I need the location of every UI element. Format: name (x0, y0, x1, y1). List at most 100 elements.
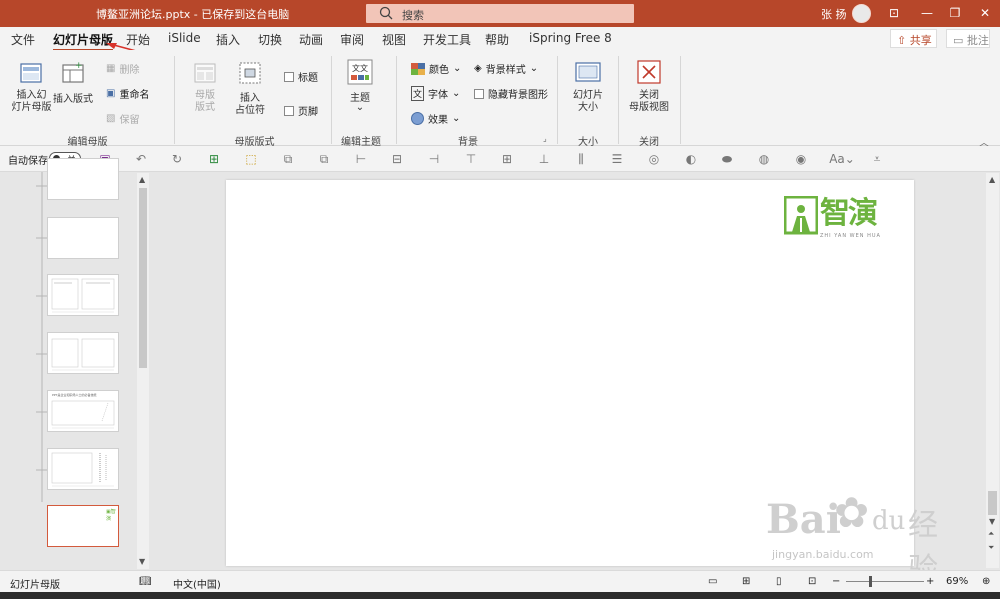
layout-preview (51, 400, 115, 429)
tab-developer[interactable]: 开发工具 (423, 31, 471, 48)
slide-sorter-icon[interactable]: ⊞ (742, 576, 750, 587)
intersect-icon[interactable]: ◐ (683, 151, 699, 167)
layout-preview (51, 452, 114, 487)
avatar[interactable] (852, 4, 871, 23)
rename-button[interactable]: ▣ 重命名 (106, 86, 149, 101)
undo-icon[interactable]: ↶ (133, 151, 149, 167)
group-divider (680, 56, 681, 144)
layout-thumbnail[interactable]: PPT是企业和职场人士的必备技能 (47, 390, 119, 432)
zoom-slider-thumb[interactable] (869, 576, 872, 587)
ribbon-display-options-icon[interactable]: ⊡ (883, 3, 905, 23)
layout-thumbnail[interactable] (47, 274, 119, 316)
tab-animations[interactable]: 动画 (299, 31, 323, 48)
scroll-down-icon[interactable]: ▼ (139, 557, 145, 566)
scrollbar-thumb[interactable] (988, 491, 997, 515)
scroll-up-icon[interactable]: ▲ (989, 175, 995, 184)
tab-view[interactable]: 视图 (382, 31, 406, 48)
effects-dropdown-icon: ⌄ (452, 113, 461, 124)
tab-file[interactable]: 文件 (11, 31, 35, 48)
hide-background-checkbox[interactable]: 隐藏背景图形 (474, 86, 548, 101)
editor-scrollbar[interactable]: ▲ ▼ ⏶ ⏷ (986, 173, 999, 568)
combine-icon[interactable]: ⬬ (719, 151, 735, 167)
insert-slide-master-button[interactable]: 插入幻 灯片母版 (9, 90, 54, 114)
colors-button[interactable]: 颜色 ⌄ (411, 61, 461, 76)
title-checkbox[interactable]: 标题 (284, 69, 318, 84)
scroll-down-icon[interactable]: ▼ (989, 517, 995, 526)
align-left-icon[interactable]: ⊢ (353, 151, 369, 167)
fit-to-window-icon[interactable]: ⊕ (982, 576, 990, 587)
comment-button[interactable]: ▭ 批注 (946, 29, 990, 48)
footer-checkbox[interactable]: 页脚 (284, 103, 318, 118)
customize-toolbar-icon[interactable]: ⩡ (869, 151, 885, 167)
group-divider (557, 56, 558, 144)
tab-transitions[interactable]: 切换 (258, 31, 282, 48)
delete-button[interactable]: ▦ 删除 (106, 61, 139, 76)
scrollbar-thumb[interactable] (139, 188, 147, 368)
align-bottom-icon[interactable]: ⊥ (536, 151, 552, 167)
zoom-slider-track[interactable] (846, 581, 924, 582)
spelling-icon[interactable]: 📖︎ (139, 576, 152, 587)
group-icon[interactable]: ⧉ (280, 151, 296, 167)
master-layout-button[interactable]: 母版 版式 (190, 90, 220, 114)
distribute-icon[interactable]: ⊞ (206, 151, 222, 167)
previous-slide-icon[interactable]: ⏶ (988, 529, 994, 539)
align-center-icon[interactable]: ⊟ (389, 151, 405, 167)
close-master-view-button[interactable]: 关闭 母版视图 (626, 90, 672, 114)
fragment-icon[interactable]: ◍ (756, 151, 772, 167)
align-middle-icon[interactable]: ⊞ (499, 151, 515, 167)
user-name[interactable]: 张 扬 (821, 6, 847, 22)
align-top-icon[interactable]: ⊤ (463, 151, 479, 167)
language-label[interactable]: 中文(中国) (173, 576, 221, 591)
search-box[interactable]: 搜索 (366, 4, 634, 23)
themes-dropdown-icon[interactable]: ⌄ (355, 102, 365, 113)
ribbon: 插入幻 灯片母版 + 插入版式 ▦ 删除 ▣ 重命名 ▧ 保留 编辑母版 母版 版式 … (0, 50, 1000, 149)
layout-thumbnail[interactable] (47, 217, 119, 259)
maximize-button[interactable]: ❐ (944, 3, 966, 23)
align-right-icon[interactable]: ⊣ (426, 151, 442, 167)
share-button[interactable]: ⇧ 共享 (890, 29, 937, 48)
selection-icon[interactable]: ⬚ (243, 151, 259, 167)
close-button[interactable]: ✕ (974, 3, 996, 23)
scroll-up-icon[interactable]: ▲ (139, 175, 145, 184)
fonts-button[interactable]: 文字体 ⌄ (411, 86, 460, 101)
tab-review[interactable]: 审阅 (340, 31, 364, 48)
themes-icon: 文文 (347, 59, 373, 85)
merge-shapes-icon[interactable]: ◎ (646, 151, 662, 167)
zoom-in-icon[interactable]: + (926, 576, 934, 587)
background-styles-button[interactable]: ◈ 背景样式 ⌄ (474, 61, 538, 76)
insert-layout-button[interactable]: 插入版式 (52, 90, 94, 105)
next-slide-icon[interactable]: ⏷ (988, 543, 994, 553)
insert-placeholder-button[interactable]: 插入 占位符 (228, 93, 272, 117)
font-size-icon[interactable]: Aa⌄ (829, 151, 855, 167)
normal-view-icon[interactable]: ▭ (708, 576, 717, 587)
rename-icon: ▣ (106, 88, 116, 99)
title-checkbox-box[interactable] (284, 71, 294, 82)
background-styles-icon: ◈ (474, 63, 482, 74)
distribute-vertical-icon[interactable]: ☰ (609, 151, 625, 167)
minimize-button[interactable]: — (916, 3, 938, 23)
layout-thumbnail[interactable] (47, 332, 119, 374)
tab-help[interactable]: 帮助 (485, 31, 509, 48)
slide-size-button[interactable]: 幻灯片 大小 (569, 90, 607, 114)
redo-icon[interactable]: ↻ (169, 151, 185, 167)
subtract-icon[interactable]: ◉ (793, 151, 809, 167)
footer-checkbox-box[interactable] (284, 105, 294, 116)
ungroup-icon[interactable]: ⧉ (316, 151, 332, 167)
layout-thumbnail-selected[interactable]: ▣智演 (47, 505, 119, 547)
hide-background-checkbox-box[interactable] (474, 88, 484, 99)
effects-button[interactable]: 效果 ⌄ (411, 111, 460, 126)
zoom-out-icon[interactable]: − (832, 576, 840, 587)
tab-insert[interactable]: 插入 (216, 31, 240, 48)
reading-view-icon[interactable]: ▯ (776, 576, 782, 587)
preserve-button[interactable]: ▧ 保留 (106, 111, 139, 126)
thumbnail-scrollbar[interactable]: ▲ ▼ (137, 173, 149, 569)
background-dialog-launcher-icon[interactable]: ⌟ (543, 134, 547, 143)
tab-ispring[interactable]: iSpring Free 8 (529, 31, 612, 45)
svg-text:文文: 文文 (352, 63, 368, 73)
zoom-level[interactable]: 69% (946, 576, 968, 587)
layout-thumbnail[interactable] (47, 448, 119, 490)
layout-thumbnail[interactable] (47, 158, 119, 200)
distribute-horizontal-icon[interactable]: ⫼ (573, 151, 589, 167)
slideshow-icon[interactable]: ⊡ (808, 576, 816, 587)
group-divider (396, 56, 397, 144)
